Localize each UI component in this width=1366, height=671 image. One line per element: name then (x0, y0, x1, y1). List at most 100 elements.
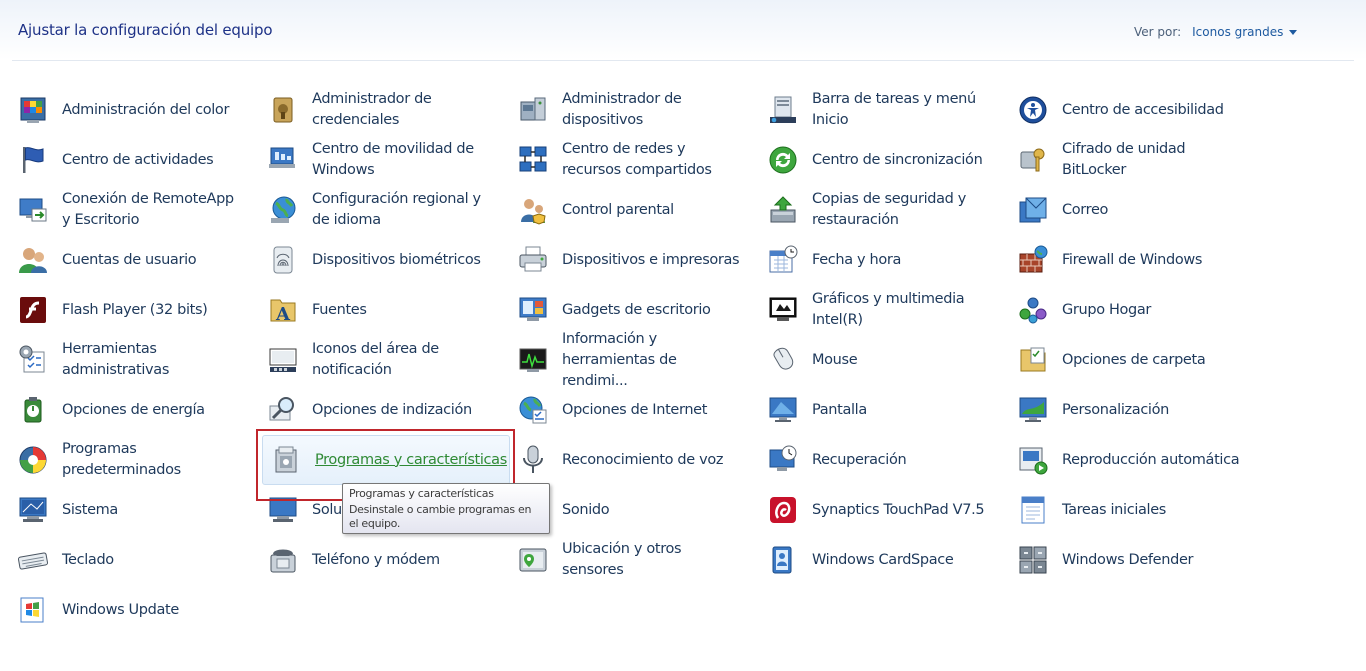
control-panel-item[interactable]: Gráficos y multimedia Intel(R) (750, 285, 990, 335)
dropdown-arrow-icon (1289, 29, 1298, 35)
control-panel-item-label: Fuentes (312, 301, 367, 318)
control-panel-item[interactable]: Reproducción automática (1000, 435, 1240, 485)
control-panel-item[interactable]: Windows Update (0, 585, 240, 635)
control-panel-item[interactable]: Administrador de dispositivos (500, 85, 740, 135)
control-panel-item[interactable]: Recuperación (750, 435, 990, 485)
control-panel-item[interactable]: Synaptics TouchPad V7.5 (750, 485, 990, 535)
keyboard-icon (16, 543, 50, 577)
page-header: Ajustar la configuración del equipo Ver … (0, 0, 1366, 60)
control-panel-item-label: Centro de actividades (62, 151, 214, 168)
control-panel-item[interactable]: Tareas iniciales (1000, 485, 1240, 535)
control-panel-item[interactable]: Opciones de carpeta (1000, 335, 1240, 385)
control-panel-item[interactable]: Teclado (0, 535, 240, 585)
control-panel-item[interactable]: Centro de accesibilidad (1000, 85, 1240, 135)
control-panel-item[interactable]: Windows Defender (1000, 535, 1240, 585)
view-by-value: Iconos grandes (1192, 25, 1284, 39)
control-panel-items: Administración del color Administrador de… (0, 85, 1366, 635)
tooltip-description: Desinstale o cambie programas en el equi… (349, 503, 532, 530)
admin-tools-icon (16, 343, 50, 377)
autoplay-icon (1016, 443, 1050, 477)
control-panel-item[interactable]: Programas predeterminados (0, 435, 240, 485)
mouse-icon (766, 343, 800, 377)
control-panel-item-label: Programas y características (315, 451, 507, 468)
control-panel-item[interactable]: Personalización (1000, 385, 1240, 435)
control-panel-item[interactable]: Grupo Hogar (1000, 285, 1240, 335)
control-panel-item-label: Control parental (562, 201, 674, 218)
device-manager-icon (516, 93, 550, 127)
control-panel-item-label: Centro de accesibilidad (1062, 101, 1224, 118)
control-panel-item[interactable]: Centro de redes y recursos compartidos (500, 135, 740, 185)
bitlocker-key-icon (1016, 143, 1050, 177)
svg-text:A: A (275, 304, 291, 325)
control-panel-item[interactable]: Pantalla (750, 385, 990, 435)
flash-player-icon (16, 293, 50, 327)
control-panel-item[interactable]: Dispositivos biométricos (250, 235, 490, 285)
backup-restore-icon (766, 193, 800, 227)
control-panel-item[interactable]: Sistema (0, 485, 240, 535)
control-panel-item-label: Copias de seguridad y restauración (812, 191, 967, 228)
control-panel-item-label: Barra de tareas y menú Inicio (812, 91, 976, 128)
view-by: Ver por: Iconos grandes (1134, 25, 1298, 39)
programs-features-icon (269, 443, 303, 477)
control-panel-item[interactable]: Opciones de indización (250, 385, 490, 435)
control-panel-item[interactable]: Opciones de Internet (500, 385, 740, 435)
control-panel-item-label: Fecha y hora (812, 251, 902, 268)
control-panel-item[interactable]: Información y herramientas de rendimi... (500, 331, 740, 389)
control-panel-item-label: Recuperación (812, 451, 907, 468)
control-panel-item-label: Tareas iniciales (1062, 501, 1166, 518)
control-panel-item-label: Centro de sincronización (812, 151, 983, 168)
control-panel-item[interactable]: Centro de movilidad de Windows (250, 135, 490, 185)
indexing-magnifier-icon (266, 393, 300, 427)
control-panel-item[interactable]: Administrador de credenciales (250, 85, 490, 135)
control-panel-item[interactable]: Fecha y hora (750, 235, 990, 285)
control-panel-item[interactable]: A Fuentes (250, 285, 490, 335)
control-panel-item-label: Personalización (1062, 401, 1169, 418)
control-panel-item-label: Sonido (562, 501, 610, 518)
control-panel-item[interactable]: Gadgets de escritorio (500, 285, 740, 335)
control-panel-item-label: Teléfono y módem (312, 551, 440, 568)
network-center-icon (516, 143, 550, 177)
control-panel-item-label: Solu (312, 501, 342, 518)
control-panel-item-label: Conexión de RemoteApp y Escritorio (62, 191, 234, 228)
control-panel-item-label: Grupo Hogar (1062, 301, 1152, 318)
control-panel-item-label: Configuración regional y de idioma (312, 191, 481, 228)
control-panel-item[interactable]: Flash Player (32 bits) (0, 285, 240, 335)
control-panel-item-label: Pantalla (812, 401, 867, 418)
control-panel-item[interactable]: Administración del color (0, 85, 240, 135)
getting-started-icon (1016, 493, 1050, 527)
performance-icon (516, 343, 550, 377)
control-panel-item[interactable]: Reconocimiento de voz (500, 435, 740, 485)
control-panel-item[interactable]: Iconos del área de notificación (250, 335, 490, 385)
control-panel-item[interactable]: Cifrado de unidad BitLocker (1000, 135, 1240, 185)
control-panel-item[interactable]: Conexión de RemoteApp y Escritorio (0, 185, 240, 235)
user-accounts-icon (16, 243, 50, 277)
control-panel-item[interactable]: Programas y características (262, 435, 510, 485)
control-panel-item-label: Administrador de credenciales (312, 91, 432, 128)
control-panel-item[interactable]: Centro de actividades (0, 135, 240, 185)
control-panel-item[interactable]: Herramientas administrativas (0, 335, 240, 385)
control-panel-item-label: Reconocimiento de voz (562, 451, 724, 468)
control-panel-item[interactable]: Ubicación y otros sensores (500, 535, 740, 585)
control-panel-item[interactable]: Correo (1000, 185, 1240, 235)
view-by-label: Ver por: (1134, 25, 1182, 39)
control-panel-item[interactable]: Teléfono y módem (250, 535, 490, 585)
control-panel-item[interactable]: Dispositivos e impresoras (500, 235, 740, 285)
control-panel-item[interactable]: Centro de sincronización (750, 135, 990, 185)
control-panel-item-label: Windows Defender (1062, 551, 1194, 568)
control-panel-item-label: Administración del color (62, 101, 230, 118)
control-panel-item[interactable]: Mouse (750, 335, 990, 385)
header-divider (12, 60, 1354, 61)
control-panel-item[interactable]: Configuración regional y de idioma (250, 185, 490, 235)
view-by-dropdown[interactable]: Iconos grandes (1192, 25, 1298, 39)
control-panel-item[interactable]: Cuentas de usuario (0, 235, 240, 285)
control-panel-item[interactable]: Barra de tareas y menú Inicio (750, 85, 990, 135)
remoteapp-icon (16, 193, 50, 227)
control-panel-item-label: Opciones de indización (312, 401, 472, 418)
control-panel-item[interactable]: Copias de seguridad y restauración (750, 185, 990, 235)
control-panel-item[interactable]: Control parental (500, 185, 740, 235)
control-panel-item[interactable]: Opciones de energía (0, 385, 240, 435)
mail-icon (1016, 193, 1050, 227)
control-panel-item[interactable]: Windows CardSpace (750, 535, 990, 585)
synaptics-icon (766, 493, 800, 527)
control-panel-item[interactable]: Firewall de Windows (1000, 235, 1240, 285)
